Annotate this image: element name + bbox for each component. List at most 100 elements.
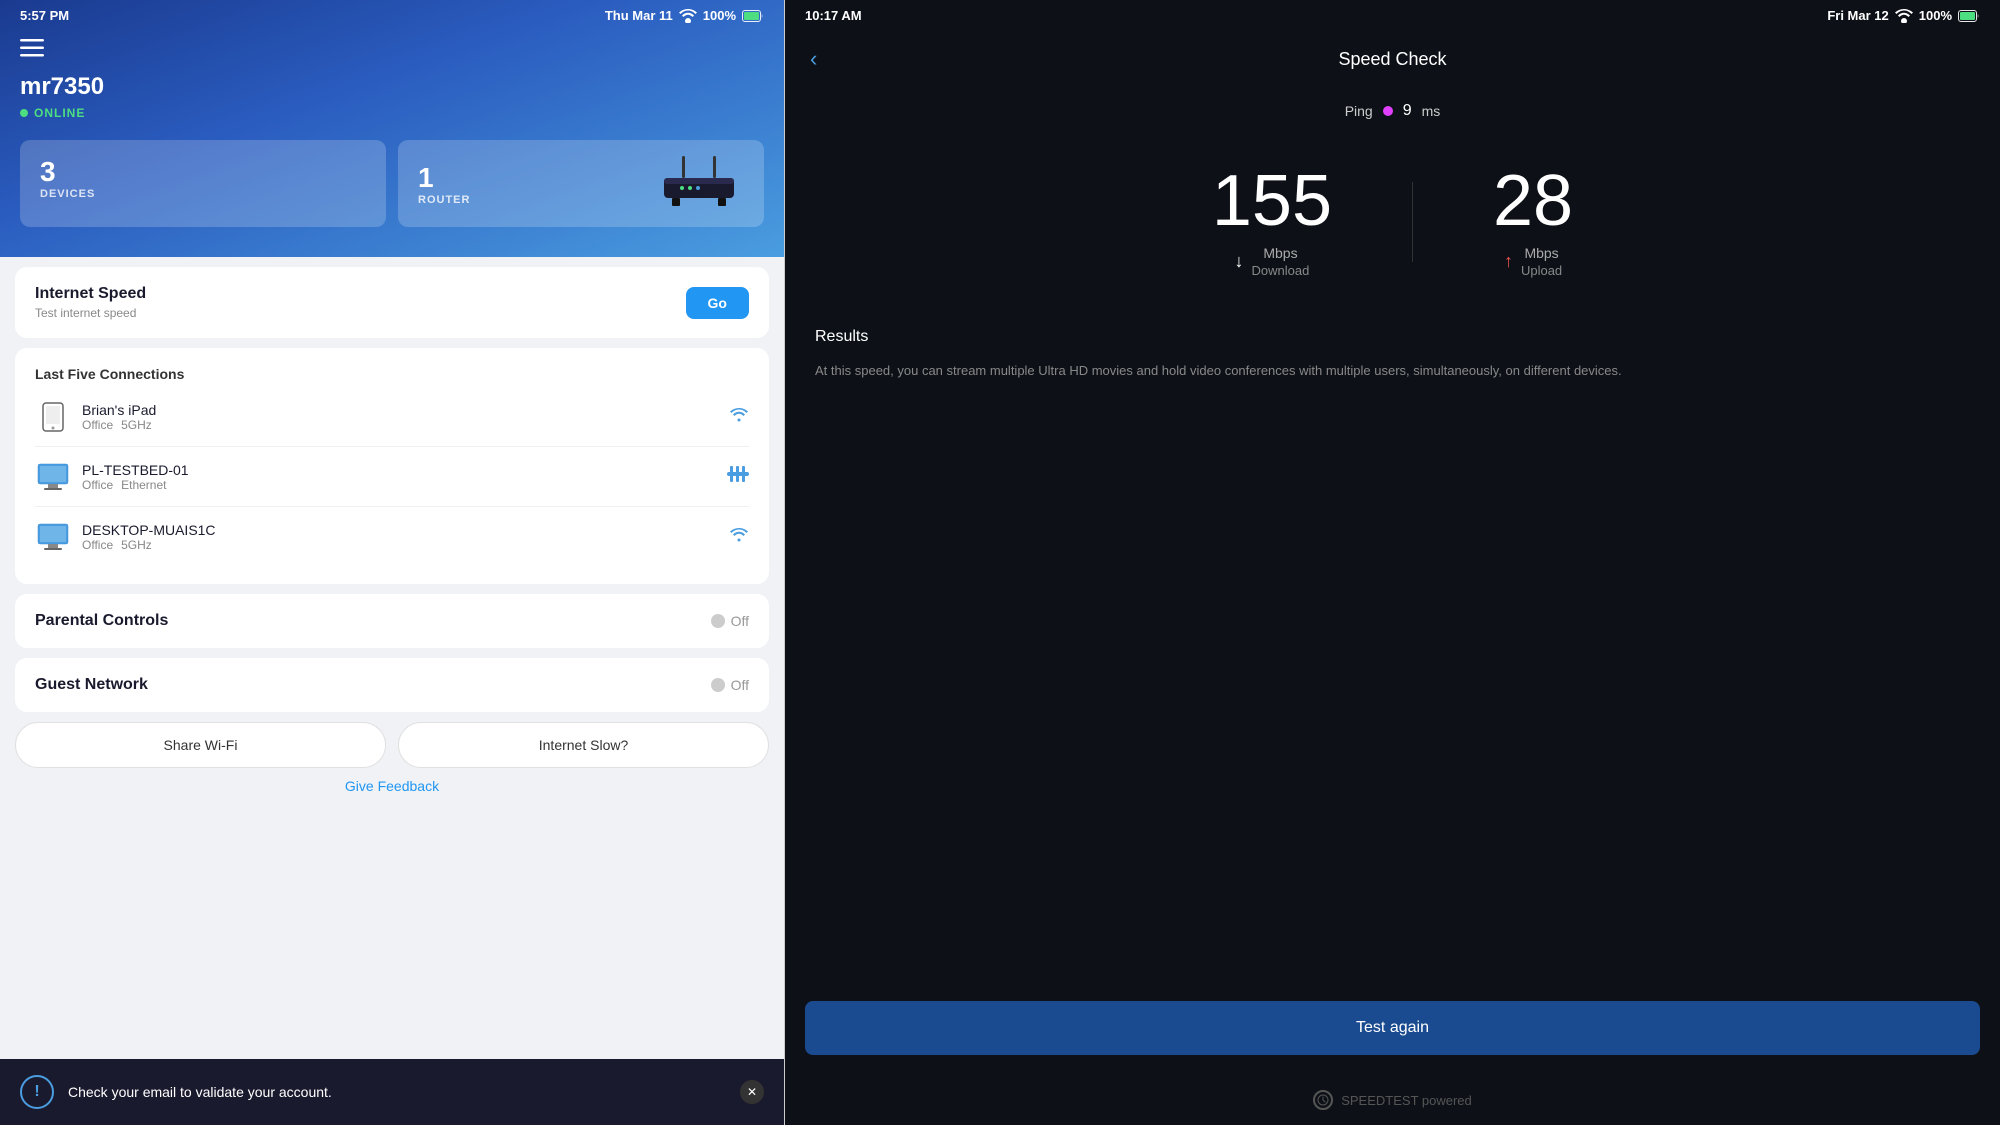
device-item[interactable]: Brian's iPad Office 5GHz [35, 387, 749, 447]
router-card[interactable]: 1 ROUTER [398, 140, 764, 227]
router-label: ROUTER [418, 194, 470, 206]
notification-icon: ! [20, 1075, 54, 1109]
ping-dot [1383, 106, 1393, 116]
devices-label: DEVICES [40, 188, 366, 200]
results-label: Results [815, 328, 1970, 346]
device-info-3: DESKTOP-MUAIS1C Office 5GHz [82, 522, 729, 552]
status-icons-left: Thu Mar 11 100% [605, 8, 764, 23]
device-item[interactable]: PL-TESTBED-01 Office Ethernet [35, 447, 749, 507]
device-name-2: PL-TESTBED-01 [82, 462, 727, 478]
ping-bar: Ping 9 ms [785, 87, 2000, 135]
battery-icon-right [1958, 10, 1980, 22]
ping-label: Ping [1345, 103, 1373, 119]
left-content: Internet Speed Test internet speed Go La… [0, 257, 784, 1125]
parental-controls-title: Parental Controls [35, 612, 168, 630]
status-bar-left: 5:57 PM Thu Mar 11 100% [0, 0, 784, 31]
router-stat-info: 1 ROUTER [418, 162, 470, 206]
parental-controls-dot [711, 614, 725, 628]
device-location-1: Office [82, 418, 113, 432]
speed-check-header: ‹ Speed Check [785, 31, 2000, 87]
right-panel: 10:17 AM Fri Mar 12 100% ‹ Speed Check P… [785, 0, 2000, 1125]
guest-network-row: Guest Network Off [35, 676, 749, 694]
back-button[interactable]: ‹ [805, 41, 822, 77]
device-info-1: Brian's iPad Office 5GHz [82, 402, 729, 432]
left-header: 5:57 PM Thu Mar 11 100% [0, 0, 784, 257]
wifi-icon [679, 9, 697, 23]
upload-unit-info: Mbps Upload [1521, 245, 1562, 278]
speedtest-footer: SPEEDTEST powered [785, 1075, 2000, 1125]
notification-close-button[interactable]: ✕ [740, 1080, 764, 1104]
devices-card[interactable]: 3 DEVICES [20, 140, 386, 227]
device-connection-3: 5GHz [121, 538, 152, 552]
device-list: Brian's iPad Office 5GHz [35, 387, 749, 566]
wifi-connection-icon-1 [729, 406, 749, 427]
wifi-connection-icon-3 [729, 526, 749, 547]
time-right: 10:17 AM [805, 8, 862, 23]
guest-network-dot [711, 678, 725, 692]
upload-unit-row: ↑ Mbps Upload [1493, 245, 1573, 278]
download-arrow: ↓ [1235, 251, 1244, 272]
last-connections-card: Last Five Connections Brian's iPad [15, 348, 769, 584]
device-location-3: Office [82, 538, 113, 552]
ping-value: 9 [1403, 102, 1412, 120]
download-type: Download [1252, 263, 1310, 278]
status-bar-right: 10:17 AM Fri Mar 12 100% [785, 0, 2000, 31]
header-top [0, 31, 784, 63]
internet-speed-card: Internet Speed Test internet speed Go [15, 267, 769, 338]
router-count: 1 [418, 162, 470, 194]
parental-controls-row: Parental Controls Off [35, 612, 749, 630]
device-item[interactable]: DESKTOP-MUAIS1C Office 5GHz [35, 507, 749, 566]
share-wifi-button[interactable]: Share Wi-Fi [15, 722, 386, 768]
guest-network-status: Off [711, 677, 749, 693]
guest-network-card[interactable]: Guest Network Off [15, 658, 769, 712]
battery-left: 100% [703, 8, 736, 23]
device-connection-1: 5GHz [121, 418, 152, 432]
router-illustration [654, 156, 744, 211]
device-info-2: PL-TESTBED-01 Office Ethernet [82, 462, 727, 492]
ping-unit: ms [1422, 103, 1441, 119]
test-again-button[interactable]: Test again [805, 1001, 1980, 1055]
device-connection-2: Ethernet [121, 478, 166, 492]
speedtest-logo-text: SPEEDTEST powered [1341, 1093, 1472, 1108]
time-left: 5:57 PM [20, 8, 69, 23]
battery-icon-left [742, 10, 764, 22]
device-meta-2: Office Ethernet [82, 478, 727, 492]
download-speed: 155 ↓ Mbps Download [1132, 165, 1412, 278]
give-feedback-link[interactable]: Give Feedback [0, 778, 784, 794]
device-meta-1: Office 5GHz [82, 418, 729, 432]
upload-unit: Mbps [1521, 245, 1562, 261]
ethernet-connection-icon [727, 466, 749, 487]
upload-arrow: ↑ [1504, 251, 1513, 272]
results-section: Results At this speed, you can stream mu… [785, 308, 2000, 402]
internet-slow-button[interactable]: Internet Slow? [398, 722, 769, 768]
internet-speed-info: Internet Speed Test internet speed [35, 285, 146, 320]
spacer [785, 402, 2000, 981]
wifi-icon-right [1895, 9, 1913, 23]
internet-speed-title: Internet Speed [35, 285, 146, 303]
online-indicator [20, 109, 28, 117]
device-icon-phone [35, 399, 70, 434]
parental-controls-status: Off [711, 613, 749, 629]
device-location-2: Office [82, 478, 113, 492]
guest-network-status-text: Off [731, 677, 749, 693]
speed-results: 155 ↓ Mbps Download 28 ↑ Mbps Upload [785, 135, 2000, 308]
device-name-1: Brian's iPad [82, 402, 729, 418]
date-right: Fri Mar 12 [1827, 8, 1888, 23]
hamburger-menu[interactable] [20, 39, 44, 63]
devices-count: 3 [40, 156, 366, 188]
device-icon-desktop [35, 459, 70, 494]
download-unit: Mbps [1252, 245, 1310, 261]
device-meta-3: Office 5GHz [82, 538, 729, 552]
date-left: Thu Mar 11 [605, 8, 673, 23]
download-value: 155 [1212, 165, 1332, 237]
router-name: mr7350 [0, 63, 784, 106]
online-badge: ONLINE [0, 106, 784, 140]
parental-controls-card[interactable]: Parental Controls Off [15, 594, 769, 648]
upload-speed: 28 ↑ Mbps Upload [1413, 165, 1653, 278]
download-unit-info: Mbps Download [1252, 245, 1310, 278]
download-unit-row: ↓ Mbps Download [1212, 245, 1332, 278]
online-text: ONLINE [34, 106, 85, 120]
device-name-3: DESKTOP-MUAIS1C [82, 522, 729, 538]
go-button[interactable]: Go [686, 287, 749, 319]
device-icon-desktop-2 [35, 519, 70, 554]
